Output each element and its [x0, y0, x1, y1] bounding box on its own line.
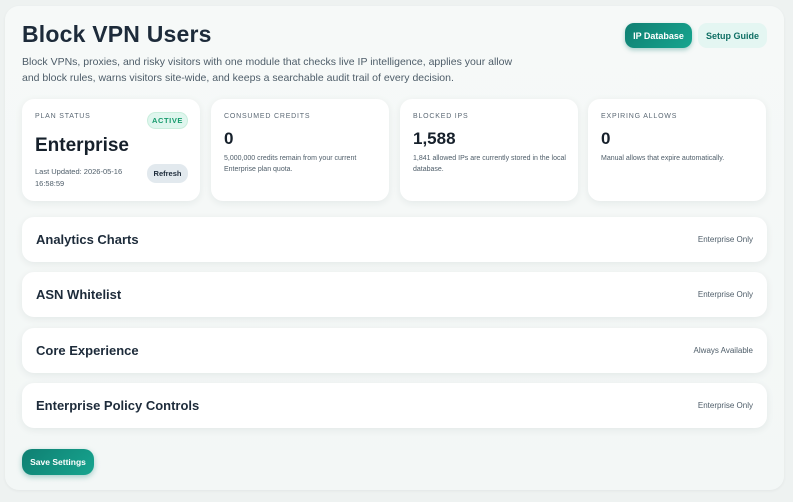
section-analytics-charts[interactable]: Analytics Charts Enterprise Only [22, 217, 767, 262]
expiring-allows-value: 0 [601, 129, 611, 148]
section-title: Core Experience [36, 343, 139, 358]
plan-name: Enterprise [35, 135, 129, 156]
section-core-experience[interactable]: Core Experience Always Available [22, 328, 767, 373]
consumed-credits-card: CONSUMED CREDITS 0 5,000,000 credits rem… [211, 99, 389, 201]
plan-status-label: PLAN STATUS [35, 113, 91, 120]
setup-guide-button[interactable]: Setup Guide [698, 23, 767, 48]
consumed-credits-label: CONSUMED CREDITS [224, 113, 311, 120]
expiring-allows-card: EXPIRING ALLOWS 0 Manual allows that exp… [588, 99, 766, 201]
consumed-credits-value: 0 [224, 129, 234, 148]
ip-database-button[interactable]: IP Database [625, 23, 692, 48]
section-availability: Enterprise Only [697, 235, 753, 244]
blocked-ips-value: 1,588 [413, 129, 456, 148]
page-title: Block VPN Users [22, 21, 212, 47]
plan-status-card: PLAN STATUS ACTIVE Enterprise Last Updat… [22, 99, 200, 201]
save-settings-button[interactable]: Save Settings [22, 449, 94, 475]
consumed-credits-note: 5,000,000 credits remain from your curre… [224, 155, 357, 173]
section-availability: Always Available [693, 346, 753, 355]
refresh-button[interactable]: Refresh [147, 164, 188, 183]
section-title: ASN Whitelist [36, 287, 122, 302]
section-availability: Enterprise Only [697, 401, 753, 410]
expiring-allows-note: Manual allows that expire automatically. [601, 155, 725, 162]
status-badge: ACTIVE [147, 112, 188, 129]
expiring-allows-label: EXPIRING ALLOWS [601, 113, 678, 120]
section-enterprise-policy-controls[interactable]: Enterprise Policy Controls Enterprise On… [22, 383, 767, 428]
blocked-ips-label: BLOCKED IPS [413, 113, 469, 120]
section-availability: Enterprise Only [697, 290, 753, 299]
section-asn-whitelist[interactable]: ASN Whitelist Enterprise Only [22, 272, 767, 317]
last-updated: Last Updated: 2026-05-16 16:58:59 [35, 167, 123, 188]
page-description: Block VPNs, proxies, and risky visitors … [22, 56, 513, 84]
blocked-ips-note: 1,841 allowed IPs are currently stored i… [413, 155, 566, 173]
blocked-ips-card: BLOCKED IPS 1,588 1,841 allowed IPs are … [400, 99, 578, 201]
settings-panel: Block VPN Users Block VPNs, proxies, and… [5, 6, 784, 490]
section-title: Analytics Charts [36, 232, 139, 247]
section-title: Enterprise Policy Controls [36, 398, 200, 413]
